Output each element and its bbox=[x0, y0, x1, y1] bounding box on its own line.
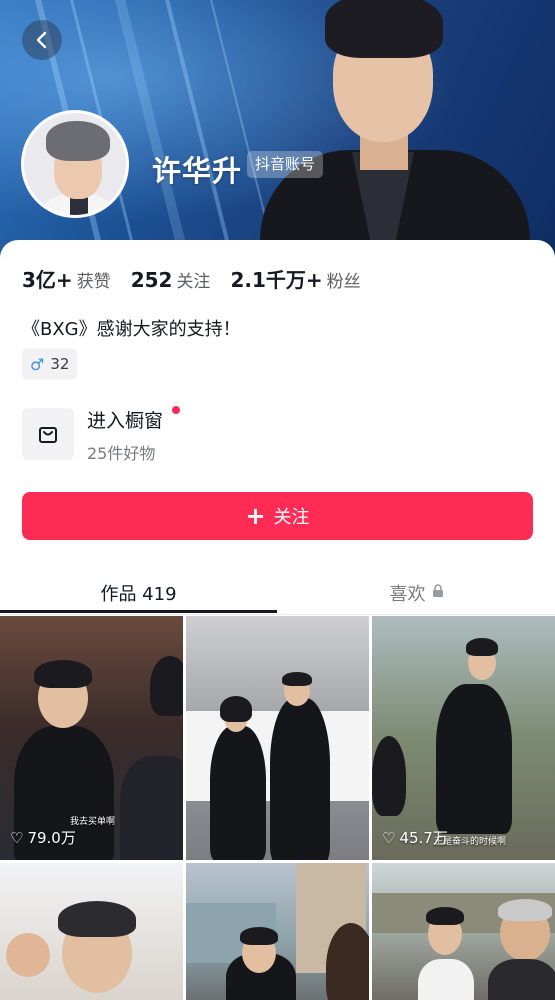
shop-entry-title[interactable]: 进入橱窗 bbox=[87, 406, 163, 433]
stat-label: 粉丝 bbox=[326, 272, 361, 292]
likes-count: 79.0万 bbox=[27, 829, 76, 847]
likes-count: 45.7万 bbox=[399, 829, 448, 847]
heart-icon: ♡ bbox=[382, 828, 396, 847]
divider bbox=[0, 614, 555, 615]
account-tag[interactable]: 抖音账号 bbox=[247, 151, 324, 178]
video-thumbnail[interactable] bbox=[0, 863, 183, 1000]
stat-likes[interactable]: 3亿+ 获赞 bbox=[22, 264, 111, 293]
stat-value: 3亿+ bbox=[22, 268, 73, 292]
age-value: 32 bbox=[50, 355, 70, 373]
video-thumbnail[interactable]: 正是奋斗的时候啊 ♡ 45.7万 bbox=[372, 616, 555, 860]
active-tab-indicator bbox=[0, 610, 277, 613]
stat-followers[interactable]: 2.1千万+ 粉丝 bbox=[230, 264, 360, 293]
back-button[interactable] bbox=[22, 20, 62, 60]
shop-entry-subtitle: 25件好物 bbox=[87, 444, 156, 463]
video-thumbnail[interactable] bbox=[372, 863, 555, 1000]
gender-age-badge: ♂ 32 bbox=[22, 349, 78, 379]
profile-card: 3亿+ 获赞 252 关注 2.1千万+ 粉丝 《BXG》感谢大家的支持！ ♂ … bbox=[0, 240, 555, 1000]
video-thumbnail[interactable] bbox=[186, 863, 369, 1000]
shopping-bag-icon bbox=[39, 427, 57, 443]
plus-icon: + bbox=[245, 502, 266, 530]
video-likes: ♡ 45.7万 bbox=[382, 827, 448, 848]
tab-likes[interactable]: 喜欢 bbox=[278, 570, 555, 616]
stat-value: 2.1千万+ bbox=[230, 268, 323, 292]
video-caption: 我去买单啊 bbox=[70, 817, 116, 827]
video-likes: ♡ 79.0万 bbox=[10, 827, 76, 848]
banner-photo bbox=[260, 0, 530, 262]
stat-label: 关注 bbox=[176, 272, 211, 292]
shop-entry-icon-box[interactable] bbox=[22, 408, 74, 460]
video-thumbnail[interactable] bbox=[186, 616, 369, 860]
profile-name: 许华升 bbox=[152, 154, 243, 188]
profile-bio: 《BXG》感谢大家的支持！ bbox=[22, 319, 241, 340]
avatar[interactable] bbox=[21, 110, 129, 218]
tab-works-label: 作品 419 bbox=[100, 584, 177, 605]
follow-button[interactable]: + 关注 bbox=[22, 492, 533, 540]
tab-likes-label: 喜欢 bbox=[389, 584, 426, 605]
lock-icon bbox=[432, 584, 444, 602]
heart-icon: ♡ bbox=[10, 828, 24, 847]
male-icon: ♂ bbox=[30, 354, 45, 374]
video-grid: 我去买单啊 ♡ 79.0万 正是奋斗的时候啊 ♡ 45.7万 bbox=[0, 616, 555, 1000]
stat-value: 252 bbox=[130, 268, 173, 292]
notification-dot bbox=[172, 406, 180, 414]
follow-label: 关注 bbox=[273, 507, 310, 528]
chevron-left-icon bbox=[36, 31, 47, 49]
stat-following[interactable]: 252 关注 bbox=[131, 267, 211, 292]
video-thumbnail[interactable]: 我去买单啊 ♡ 79.0万 bbox=[0, 616, 183, 860]
stats-row: 3亿+ 获赞 252 关注 2.1千万+ 粉丝 bbox=[22, 264, 381, 293]
stat-label: 获赞 bbox=[76, 272, 111, 292]
